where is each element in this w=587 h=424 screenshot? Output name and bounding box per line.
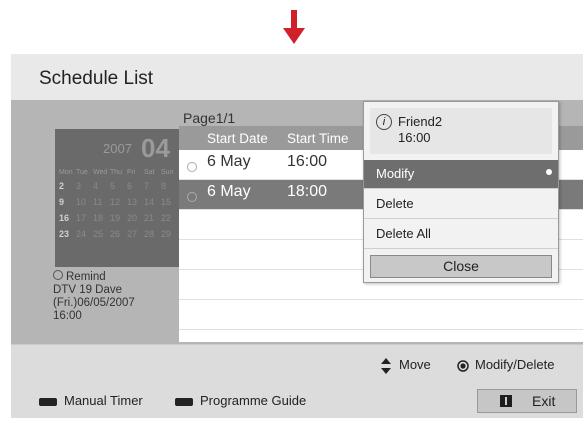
calendar-weekday: Sat — [144, 169, 155, 176]
calendar-day: 28 — [144, 229, 155, 239]
calendar-day: 7 — [144, 181, 150, 191]
calendar-day: 25 — [93, 229, 104, 239]
calendar-day: 19 — [110, 213, 121, 223]
calendar-weekday: Tue — [76, 169, 88, 176]
manual-timer-label: Manual Timer — [64, 393, 143, 408]
calendar-day: 11 — [93, 197, 103, 207]
calendar-day: 17 — [76, 213, 87, 223]
calendar-day: 2 — [59, 181, 65, 191]
clock-icon — [187, 162, 197, 172]
calendar-day: 20 — [127, 213, 138, 223]
calendar-day: 9 — [59, 197, 65, 207]
calendar-day: 23 — [59, 229, 70, 239]
calendar-weekday: Wed — [93, 169, 108, 176]
remind-channel: DTV 19 Dave — [53, 284, 123, 296]
calendar-weekday: Thu — [110, 169, 123, 176]
modify-menu-item[interactable]: Modify — [364, 160, 558, 189]
calendar-day: 24 — [76, 229, 87, 239]
programme-guide-button[interactable]: Programme Guide — [175, 393, 306, 408]
calendar-day: 8 — [161, 181, 167, 191]
options-popup: i Friend2 16:00 Modify Delete Delete All… — [363, 101, 559, 283]
delete-label: Delete — [376, 196, 414, 211]
calendar-day: 21 — [144, 213, 155, 223]
calendar-day: 14 — [144, 197, 155, 207]
clock-icon — [187, 192, 197, 202]
ok-button-icon — [457, 359, 469, 372]
popup-program-name: Friend2 — [398, 114, 443, 129]
bottom-bar: Move Modify/Delete Manual Timer Programm… — [11, 344, 583, 418]
remind-info: Remind DTV 19 Dave (Fri.)06/05/2007 16:0… — [53, 270, 183, 323]
calendar-day: 29 — [161, 229, 172, 239]
info-icon: i — [376, 114, 392, 130]
start-time-header: Start Time — [287, 131, 349, 146]
manual-timer-button[interactable]: Manual Timer — [39, 393, 143, 408]
calendar-day: 3 — [76, 181, 82, 191]
row-time: 16:00 — [287, 153, 328, 170]
move-label: Move — [399, 357, 431, 372]
popup-program-time: 16:00 — [398, 130, 431, 145]
delete-all-menu-item[interactable]: Delete All — [364, 220, 558, 249]
calendar-month: 04 — [141, 133, 170, 163]
exit-button[interactable]: Exit — [477, 389, 577, 413]
calendar-day: 10 — [76, 197, 87, 207]
clock-icon — [53, 270, 63, 280]
calendar-year: 2007 — [103, 141, 132, 156]
modify-delete-hint: Modify/Delete — [457, 357, 554, 372]
calendar-day: 6 — [127, 181, 133, 191]
remind-date: (Fri.)06/05/2007 — [53, 297, 135, 309]
calendar-day: 12 — [110, 197, 121, 207]
mini-calendar: 2007 04 Mon Tue Wed Thu Fri Sat Sun 2 3 4 5 6 7 8 9 10 1… — [55, 129, 181, 267]
red-key-icon — [39, 397, 57, 406]
calendar-day: 22 — [161, 213, 172, 223]
calendar-day: 4 — [93, 181, 99, 191]
calendar-day: 26 — [110, 229, 121, 239]
down-arrow-icon — [283, 10, 305, 44]
updown-arrow-icon — [381, 357, 391, 374]
row-date: 6 May — [207, 153, 251, 170]
calendar-day: 18 — [93, 213, 104, 223]
calendar-day: 16 — [59, 213, 70, 223]
schedule-list-screen: Schedule List Page1/1 2007 04 Mon Tue Wed T… — [11, 54, 583, 418]
scroll-indicator-icon — [546, 169, 552, 175]
calendar-day: 27 — [127, 229, 138, 239]
calendar-weekday: Fri — [127, 169, 136, 176]
page-indicator: Page1/1 — [183, 110, 236, 126]
calendar-day: 13 — [127, 197, 138, 207]
modify-label: Modify — [376, 166, 415, 181]
move-hint: Move — [381, 357, 431, 374]
calendar-day: 15 — [161, 197, 172, 207]
green-key-icon — [175, 397, 193, 406]
close-button[interactable]: Close — [370, 255, 552, 278]
delete-menu-item[interactable]: Delete — [364, 190, 558, 219]
exit-key-icon — [500, 395, 512, 407]
exit-label: Exit — [532, 393, 556, 409]
calendar-weekday: Mon — [59, 169, 73, 176]
modify-delete-label: Modify/Delete — [475, 357, 555, 372]
popup-info: i Friend2 16:00 — [370, 108, 552, 154]
start-date-header: Start Date — [207, 131, 268, 146]
row-date: 6 May — [207, 183, 251, 200]
delete-all-label: Delete All — [376, 226, 431, 241]
programme-guide-label: Programme Guide — [200, 393, 307, 408]
row-time: 18:00 — [287, 183, 328, 200]
page-title: Schedule List — [39, 68, 154, 89]
remind-time: 16:00 — [53, 310, 82, 322]
calendar-weekday: Sun — [161, 169, 174, 176]
calendar-day: 5 — [110, 181, 116, 191]
empty-row — [179, 300, 583, 330]
remind-label: Remind — [66, 271, 106, 283]
